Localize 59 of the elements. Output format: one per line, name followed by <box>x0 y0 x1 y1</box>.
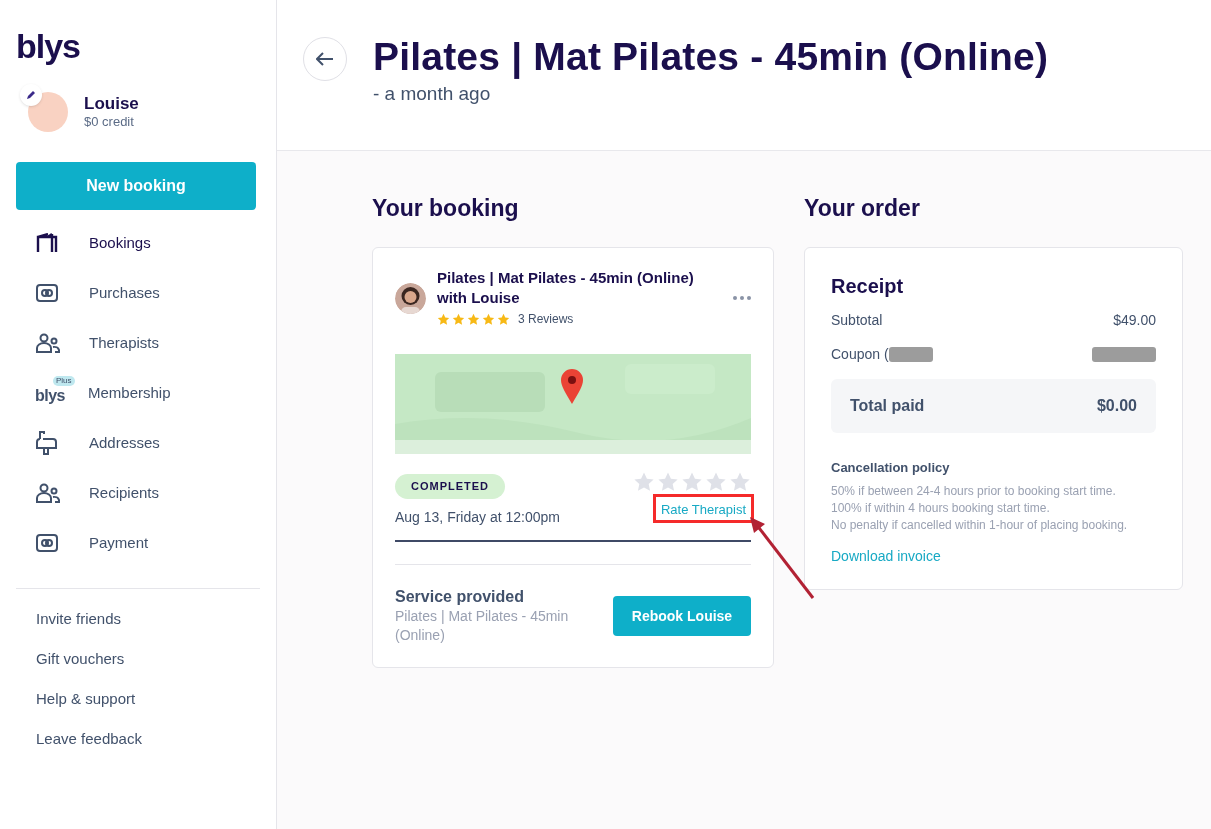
redaction-mark <box>888 347 933 362</box>
people-icon <box>36 333 60 353</box>
star-icon <box>482 312 495 326</box>
star-icon <box>437 312 450 326</box>
star-icon[interactable] <box>657 471 679 493</box>
receipt-heading: Receipt <box>831 274 905 299</box>
page-subtitle: - a month ago <box>373 82 492 106</box>
star-icon <box>452 312 465 326</box>
policy-text: 100% if within 4 hours booking start time. <box>831 499 1051 517</box>
review-count[interactable]: 3 Reviews <box>518 310 574 328</box>
total-label: Total paid <box>850 396 925 416</box>
sidebar-link[interactable]: Leave feedback <box>36 729 276 749</box>
section-heading: Your order <box>804 194 921 223</box>
back-button[interactable] <box>303 37 347 81</box>
sidebar-link[interactable]: Help & support <box>36 689 276 709</box>
card-icon <box>36 534 58 552</box>
page-title: Pilates | Mat Pilates - 45min (Online) <box>373 36 1049 78</box>
sidebar-link[interactable]: Gift vouchers <box>36 649 276 669</box>
nav-item[interactable]: Bookings <box>89 231 151 255</box>
service-label: Service provided <box>395 587 525 607</box>
people-icon <box>36 483 60 503</box>
nav-item[interactable]: Membership <box>88 381 171 405</box>
star-icon[interactable] <box>633 471 655 493</box>
booking-date: Aug 13, Friday at 12:00pm <box>395 508 560 527</box>
back-arrow-icon <box>316 52 334 66</box>
redaction-mark <box>1092 347 1156 362</box>
policy-text: 50% if between 24-4 hours prior to booking start time. <box>831 482 1117 500</box>
user-name: Louise <box>84 94 139 114</box>
subtotal-amount: $49.00 <box>1113 311 1156 330</box>
logo: blys <box>16 27 81 65</box>
more-icon[interactable] <box>733 296 751 300</box>
total-amount: $0.00 <box>1096 396 1137 416</box>
pencil-icon <box>26 90 36 100</box>
status-badge: COMPLETED <box>395 474 505 499</box>
edit-button[interactable] <box>20 84 42 106</box>
star-icon[interactable] <box>681 471 703 493</box>
nav-item[interactable]: Recipients <box>89 481 160 505</box>
nav-item[interactable]: Addresses <box>89 431 160 455</box>
booking-title: Pilates | Mat Pilates - 45min (Online) with Louise <box>437 268 695 308</box>
nav-item[interactable]: Payment <box>89 531 149 555</box>
service-name: Pilates | Mat Pilates - 45min (Online) <box>395 607 570 645</box>
subtotal-label: Subtotal <box>831 311 883 330</box>
coupon-label: Coupon ( <box>831 345 889 364</box>
star-icon <box>467 312 480 326</box>
nav-item[interactable]: Therapists <box>89 331 160 355</box>
card-icon <box>36 284 58 302</box>
policy-text: No penalty if cancelled within 1-hour of placing booking. <box>831 516 1129 534</box>
star-icon[interactable] <box>729 471 751 493</box>
plus-badge: Plus <box>53 376 75 386</box>
credit-balance: $0 credit <box>84 114 135 130</box>
star-icon[interactable] <box>705 471 727 493</box>
nav-item[interactable]: Purchases <box>89 281 160 305</box>
section-heading: Your booking <box>372 194 520 223</box>
star-icon <box>497 312 510 326</box>
policy-heading: Cancellation policy <box>831 459 951 477</box>
sidebar-link[interactable]: Invite friends <box>36 609 276 629</box>
mailbox-icon <box>36 431 58 455</box>
brand-logo: blys <box>35 388 65 404</box>
easel-icon <box>36 233 58 253</box>
